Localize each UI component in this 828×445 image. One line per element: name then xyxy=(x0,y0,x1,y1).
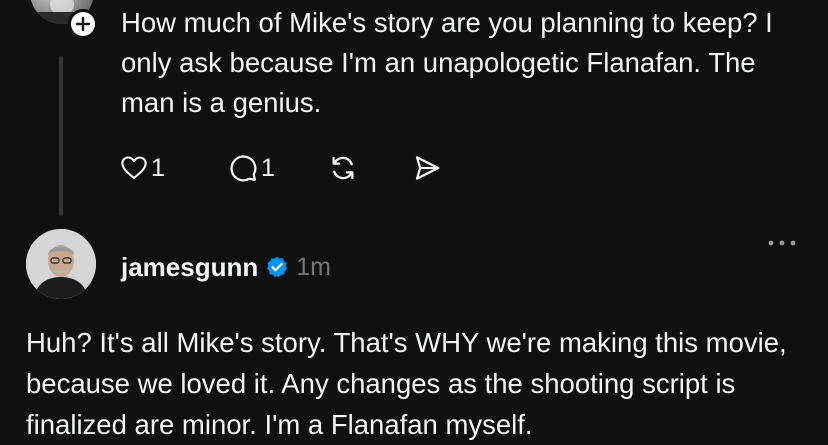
top-post-text: How much of Mike's story are you plannin… xyxy=(121,7,773,118)
user-avatar-icon xyxy=(26,229,96,299)
like-count: 1 xyxy=(151,153,165,182)
verified-badge-icon xyxy=(267,256,288,278)
send-icon xyxy=(415,156,440,180)
reply-post-text: Huh? It's all Mike's story. That's WHY w… xyxy=(26,327,787,440)
heart-icon xyxy=(121,156,147,179)
comment-bubble-icon xyxy=(230,155,257,182)
reply-header: jamesgunn 1m xyxy=(121,248,331,286)
username[interactable]: jamesgunn xyxy=(121,252,258,283)
thread-line xyxy=(59,56,63,216)
reply-avatar[interactable] xyxy=(26,229,96,299)
timestamp: 1m xyxy=(296,252,331,281)
like-button[interactable]: 1 xyxy=(120,148,165,188)
repost-icon xyxy=(332,156,354,180)
follow-button[interactable] xyxy=(68,9,98,39)
more-options-button[interactable] xyxy=(766,233,798,253)
plus-icon xyxy=(75,16,91,32)
share-button[interactable] xyxy=(412,148,442,188)
comment-button[interactable]: 1 xyxy=(228,148,275,188)
more-options-icon xyxy=(768,240,796,246)
comment-count: 1 xyxy=(261,153,275,182)
repost-button[interactable] xyxy=(328,148,358,188)
